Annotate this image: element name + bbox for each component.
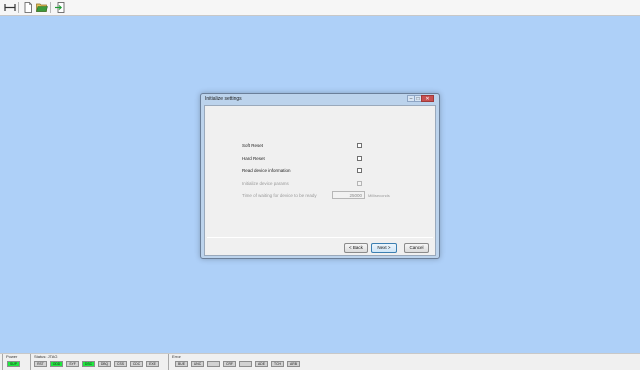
read-device-info-label: Read device information — [242, 168, 291, 173]
window-controls: – □ ✕ — [407, 95, 434, 102]
indicator-blank-1 — [207, 361, 220, 367]
indicator-dbq: DBQ — [98, 361, 111, 367]
indicator-css: CSS — [114, 361, 127, 367]
indicator-dsc: DSC — [82, 361, 95, 367]
indicator-tch: TCH — [271, 361, 284, 367]
cancel-button[interactable]: Cancel — [404, 243, 429, 253]
indicator-sup: SUP — [7, 361, 20, 367]
init-device-params-label: Initialize device params — [242, 181, 289, 186]
toolbar-separator — [18, 2, 19, 13]
next-button[interactable]: Next > — [371, 243, 397, 253]
status-bar: Power SUP Status: JTAG RST ODD SYF DSC D… — [0, 353, 640, 370]
wait-time-unit: Milliseconds — [368, 193, 390, 198]
dialog-title: Initialize settings — [205, 96, 242, 102]
hard-reset-checkbox[interactable] — [357, 156, 362, 161]
indicator-odd: ODD — [50, 361, 63, 367]
read-device-info-checkbox[interactable] — [357, 168, 362, 173]
soft-reset-label: Soft Reset — [242, 143, 264, 148]
error-label: Error — [172, 354, 181, 359]
init-device-params-checkbox — [357, 181, 362, 186]
indicator-exe: EXE — [146, 361, 159, 367]
indicator-rst: RST — [34, 361, 47, 367]
indicator-bue: BUE — [175, 361, 188, 367]
indicator-unc: UNC — [191, 361, 204, 367]
button-divider — [207, 237, 433, 238]
connect-icon[interactable] — [3, 1, 17, 14]
new-file-icon[interactable] — [21, 1, 35, 14]
toolbar — [0, 0, 640, 16]
exit-icon[interactable] — [53, 1, 67, 14]
wait-time-label: Time of waiting for device to be ready — [242, 193, 317, 198]
indicator-arb: ARB — [287, 361, 300, 367]
indicator-cdc: CDC — [130, 361, 143, 367]
open-folder-icon[interactable] — [35, 1, 49, 14]
soft-reset-checkbox[interactable] — [357, 143, 362, 148]
status-group: Status: JTAG RST ODD SYF DSC DBQ CSS CDC… — [30, 354, 164, 370]
power-label: Power — [6, 354, 18, 359]
initialize-settings-dialog: Initialize settings – □ ✕ Soft Reset Har… — [200, 93, 440, 259]
indicator-crf: CRF — [223, 361, 236, 367]
back-button[interactable]: < Back — [344, 243, 368, 253]
error-group: Error BUE UNC CRF ADE TCH ARB — [168, 354, 308, 370]
hard-reset-label: Hard Reset — [242, 156, 265, 161]
indicator-syf: SYF — [66, 361, 79, 367]
close-button[interactable]: ✕ — [421, 95, 434, 102]
dialog-content: Soft Reset Hard Reset Read device inform… — [204, 105, 436, 256]
power-group: Power SUP — [2, 354, 28, 370]
indicator-ade: ADE — [255, 361, 268, 367]
toolbar-separator — [50, 2, 51, 13]
wait-time-input: 25000 — [332, 191, 365, 199]
indicator-blank-2 — [239, 361, 252, 367]
status-label: Status: JTAG — [34, 354, 58, 359]
